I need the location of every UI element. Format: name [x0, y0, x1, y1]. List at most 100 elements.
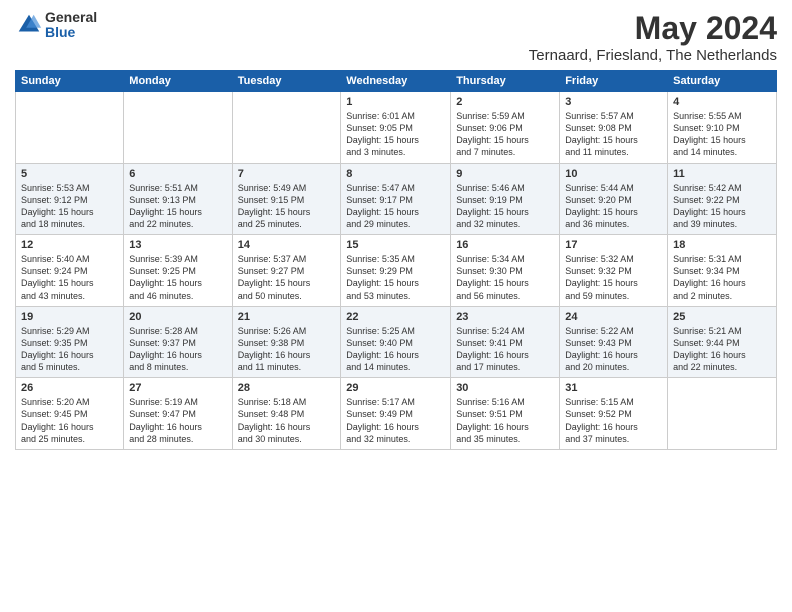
calendar-cell: 2Sunrise: 5:59 AM Sunset: 9:06 PM Daylig… — [451, 92, 560, 164]
day-number: 8 — [346, 168, 445, 180]
calendar-cell: 4 Sunrise: 5:55 AM Sunset: 9:10 PM Daylig… — [668, 92, 777, 164]
day-number: 30 — [456, 382, 554, 394]
day-info: Sunrise: 5:40 AM Sunset: 9:24 PM Dayligh… — [21, 253, 118, 302]
calendar-cell: 25 Sunrise: 5:21 AM Sunset: 9:44 PM Dayli… — [668, 306, 777, 378]
calendar-cell: 11 Sunrise: 5:42 AM Sunset: 9:22 PM Dayli… — [668, 163, 777, 235]
day-number: 29 — [346, 382, 445, 394]
day-number: 3 — [565, 96, 662, 108]
day-info: Sunrise: 5:17 AM Sunset: 9:49 PM Dayligh… — [346, 396, 445, 445]
day-info: Sunrise: 5:19 AM Sunset: 9:47 PM Dayligh… — [129, 396, 226, 445]
logo-blue-text: Blue — [45, 25, 97, 40]
day-number: 18 — [673, 239, 771, 251]
day-number: 4 — [673, 96, 771, 108]
header-row: Sunday Monday Tuesday Wednesday Thursday… — [16, 71, 777, 92]
day-info: Sunrise: 5:53 AM Sunset: 9:12 PM Dayligh… — [21, 182, 118, 231]
calendar-cell: 10 Sunrise: 5:44 AM Sunset: 9:20 PM Dayli… — [560, 163, 668, 235]
day-info: Sunrise: 5:57 AM Sunset: 9:08 PM Dayligh… — [565, 110, 662, 159]
day-number: 25 — [673, 311, 771, 323]
calendar-week-5: 26 Sunrise: 5:20 AM Sunset: 9:45 PM Dayli… — [16, 378, 777, 450]
day-number: 5 — [21, 168, 118, 180]
col-wednesday: Wednesday — [341, 71, 451, 92]
logo: General Blue — [15, 10, 97, 41]
calendar-week-1: 1Sunrise: 6:01 AM Sunset: 9:05 PM Daylig… — [16, 92, 777, 164]
day-number: 21 — [238, 311, 336, 323]
day-number: 6 — [129, 168, 226, 180]
calendar-cell: 13 Sunrise: 5:39 AM Sunset: 9:25 PM Dayli… — [124, 235, 232, 307]
day-number: 9 — [456, 168, 554, 180]
day-info: Sunrise: 5:47 AM Sunset: 9:17 PM Dayligh… — [346, 182, 445, 231]
day-number: 11 — [673, 168, 771, 180]
calendar-cell — [232, 92, 341, 164]
day-info: Sunrise: 5:24 AM Sunset: 9:41 PM Dayligh… — [456, 325, 554, 374]
day-info: Sunrise: 5:46 AM Sunset: 9:19 PM Dayligh… — [456, 182, 554, 231]
calendar-week-3: 12Sunrise: 5:40 AM Sunset: 9:24 PM Dayli… — [16, 235, 777, 307]
day-number: 19 — [21, 311, 118, 323]
day-info: Sunrise: 5:20 AM Sunset: 9:45 PM Dayligh… — [21, 396, 118, 445]
day-info: Sunrise: 5:31 AM Sunset: 9:34 PM Dayligh… — [673, 253, 771, 302]
day-info: Sunrise: 5:28 AM Sunset: 9:37 PM Dayligh… — [129, 325, 226, 374]
location-title: Ternaard, Friesland, The Netherlands — [529, 47, 777, 64]
calendar-cell: 1Sunrise: 6:01 AM Sunset: 9:05 PM Daylig… — [341, 92, 451, 164]
calendar-cell: 29 Sunrise: 5:17 AM Sunset: 9:49 PM Dayli… — [341, 378, 451, 450]
day-info: Sunrise: 5:34 AM Sunset: 9:30 PM Dayligh… — [456, 253, 554, 302]
col-monday: Monday — [124, 71, 232, 92]
logo-general-text: General — [45, 10, 97, 25]
day-info: Sunrise: 5:25 AM Sunset: 9:40 PM Dayligh… — [346, 325, 445, 374]
day-number: 26 — [21, 382, 118, 394]
day-number: 1 — [346, 96, 445, 108]
day-number: 14 — [238, 239, 336, 251]
calendar-cell: 7Sunrise: 5:49 AM Sunset: 9:15 PM Daylig… — [232, 163, 341, 235]
calendar-cell — [16, 92, 124, 164]
day-number: 20 — [129, 311, 226, 323]
calendar-week-4: 19Sunrise: 5:29 AM Sunset: 9:35 PM Dayli… — [16, 306, 777, 378]
day-info: Sunrise: 5:35 AM Sunset: 9:29 PM Dayligh… — [346, 253, 445, 302]
day-info: Sunrise: 5:39 AM Sunset: 9:25 PM Dayligh… — [129, 253, 226, 302]
calendar-cell: 8 Sunrise: 5:47 AM Sunset: 9:17 PM Daylig… — [341, 163, 451, 235]
day-info: Sunrise: 5:55 AM Sunset: 9:10 PM Dayligh… — [673, 110, 771, 159]
calendar-week-2: 5 Sunrise: 5:53 AM Sunset: 9:12 PM Daylig… — [16, 163, 777, 235]
calendar-cell: 12Sunrise: 5:40 AM Sunset: 9:24 PM Dayli… — [16, 235, 124, 307]
calendar-cell: 27 Sunrise: 5:19 AM Sunset: 9:47 PM Dayli… — [124, 378, 232, 450]
day-info: Sunrise: 5:21 AM Sunset: 9:44 PM Dayligh… — [673, 325, 771, 374]
page: General Blue May 2024 Ternaard, Frieslan… — [0, 0, 792, 612]
calendar-cell: 21 Sunrise: 5:26 AM Sunset: 9:38 PM Dayli… — [232, 306, 341, 378]
day-info: Sunrise: 5:37 AM Sunset: 9:27 PM Dayligh… — [238, 253, 336, 302]
calendar-cell: 9 Sunrise: 5:46 AM Sunset: 9:19 PM Daylig… — [451, 163, 560, 235]
day-number: 10 — [565, 168, 662, 180]
calendar-cell — [124, 92, 232, 164]
calendar-cell: 16 Sunrise: 5:34 AM Sunset: 9:30 PM Dayli… — [451, 235, 560, 307]
day-info: Sunrise: 5:49 AM Sunset: 9:15 PM Dayligh… — [238, 182, 336, 231]
day-info: Sunrise: 5:42 AM Sunset: 9:22 PM Dayligh… — [673, 182, 771, 231]
calendar-cell: 31Sunrise: 5:15 AM Sunset: 9:52 PM Dayli… — [560, 378, 668, 450]
col-sunday: Sunday — [16, 71, 124, 92]
day-number: 28 — [238, 382, 336, 394]
calendar-cell: 18 Sunrise: 5:31 AM Sunset: 9:34 PM Dayli… — [668, 235, 777, 307]
day-info: Sunrise: 5:26 AM Sunset: 9:38 PM Dayligh… — [238, 325, 336, 374]
day-info: Sunrise: 5:16 AM Sunset: 9:51 PM Dayligh… — [456, 396, 554, 445]
calendar-cell: 14 Sunrise: 5:37 AM Sunset: 9:27 PM Dayli… — [232, 235, 341, 307]
calendar-cell: 28Sunrise: 5:18 AM Sunset: 9:48 PM Dayli… — [232, 378, 341, 450]
header: General Blue May 2024 Ternaard, Frieslan… — [15, 10, 777, 64]
col-tuesday: Tuesday — [232, 71, 341, 92]
calendar: Sunday Monday Tuesday Wednesday Thursday… — [15, 70, 777, 450]
day-number: 16 — [456, 239, 554, 251]
calendar-cell: 20 Sunrise: 5:28 AM Sunset: 9:37 PM Dayli… — [124, 306, 232, 378]
calendar-cell — [668, 378, 777, 450]
day-number: 13 — [129, 239, 226, 251]
day-info: Sunrise: 5:22 AM Sunset: 9:43 PM Dayligh… — [565, 325, 662, 374]
calendar-cell: 24Sunrise: 5:22 AM Sunset: 9:43 PM Dayli… — [560, 306, 668, 378]
calendar-cell: 22Sunrise: 5:25 AM Sunset: 9:40 PM Dayli… — [341, 306, 451, 378]
calendar-cell: 17Sunrise: 5:32 AM Sunset: 9:32 PM Dayli… — [560, 235, 668, 307]
title-block: May 2024 Ternaard, Friesland, The Nether… — [529, 10, 777, 64]
calendar-cell: 5 Sunrise: 5:53 AM Sunset: 9:12 PM Daylig… — [16, 163, 124, 235]
logo-icon — [15, 11, 43, 39]
logo-text: General Blue — [45, 10, 97, 41]
day-number: 27 — [129, 382, 226, 394]
day-number: 17 — [565, 239, 662, 251]
day-number: 15 — [346, 239, 445, 251]
day-info: Sunrise: 5:44 AM Sunset: 9:20 PM Dayligh… — [565, 182, 662, 231]
calendar-cell: 19Sunrise: 5:29 AM Sunset: 9:35 PM Dayli… — [16, 306, 124, 378]
calendar-cell: 23Sunrise: 5:24 AM Sunset: 9:41 PM Dayli… — [451, 306, 560, 378]
calendar-cell: 26 Sunrise: 5:20 AM Sunset: 9:45 PM Dayli… — [16, 378, 124, 450]
calendar-cell: 30 Sunrise: 5:16 AM Sunset: 9:51 PM Dayli… — [451, 378, 560, 450]
